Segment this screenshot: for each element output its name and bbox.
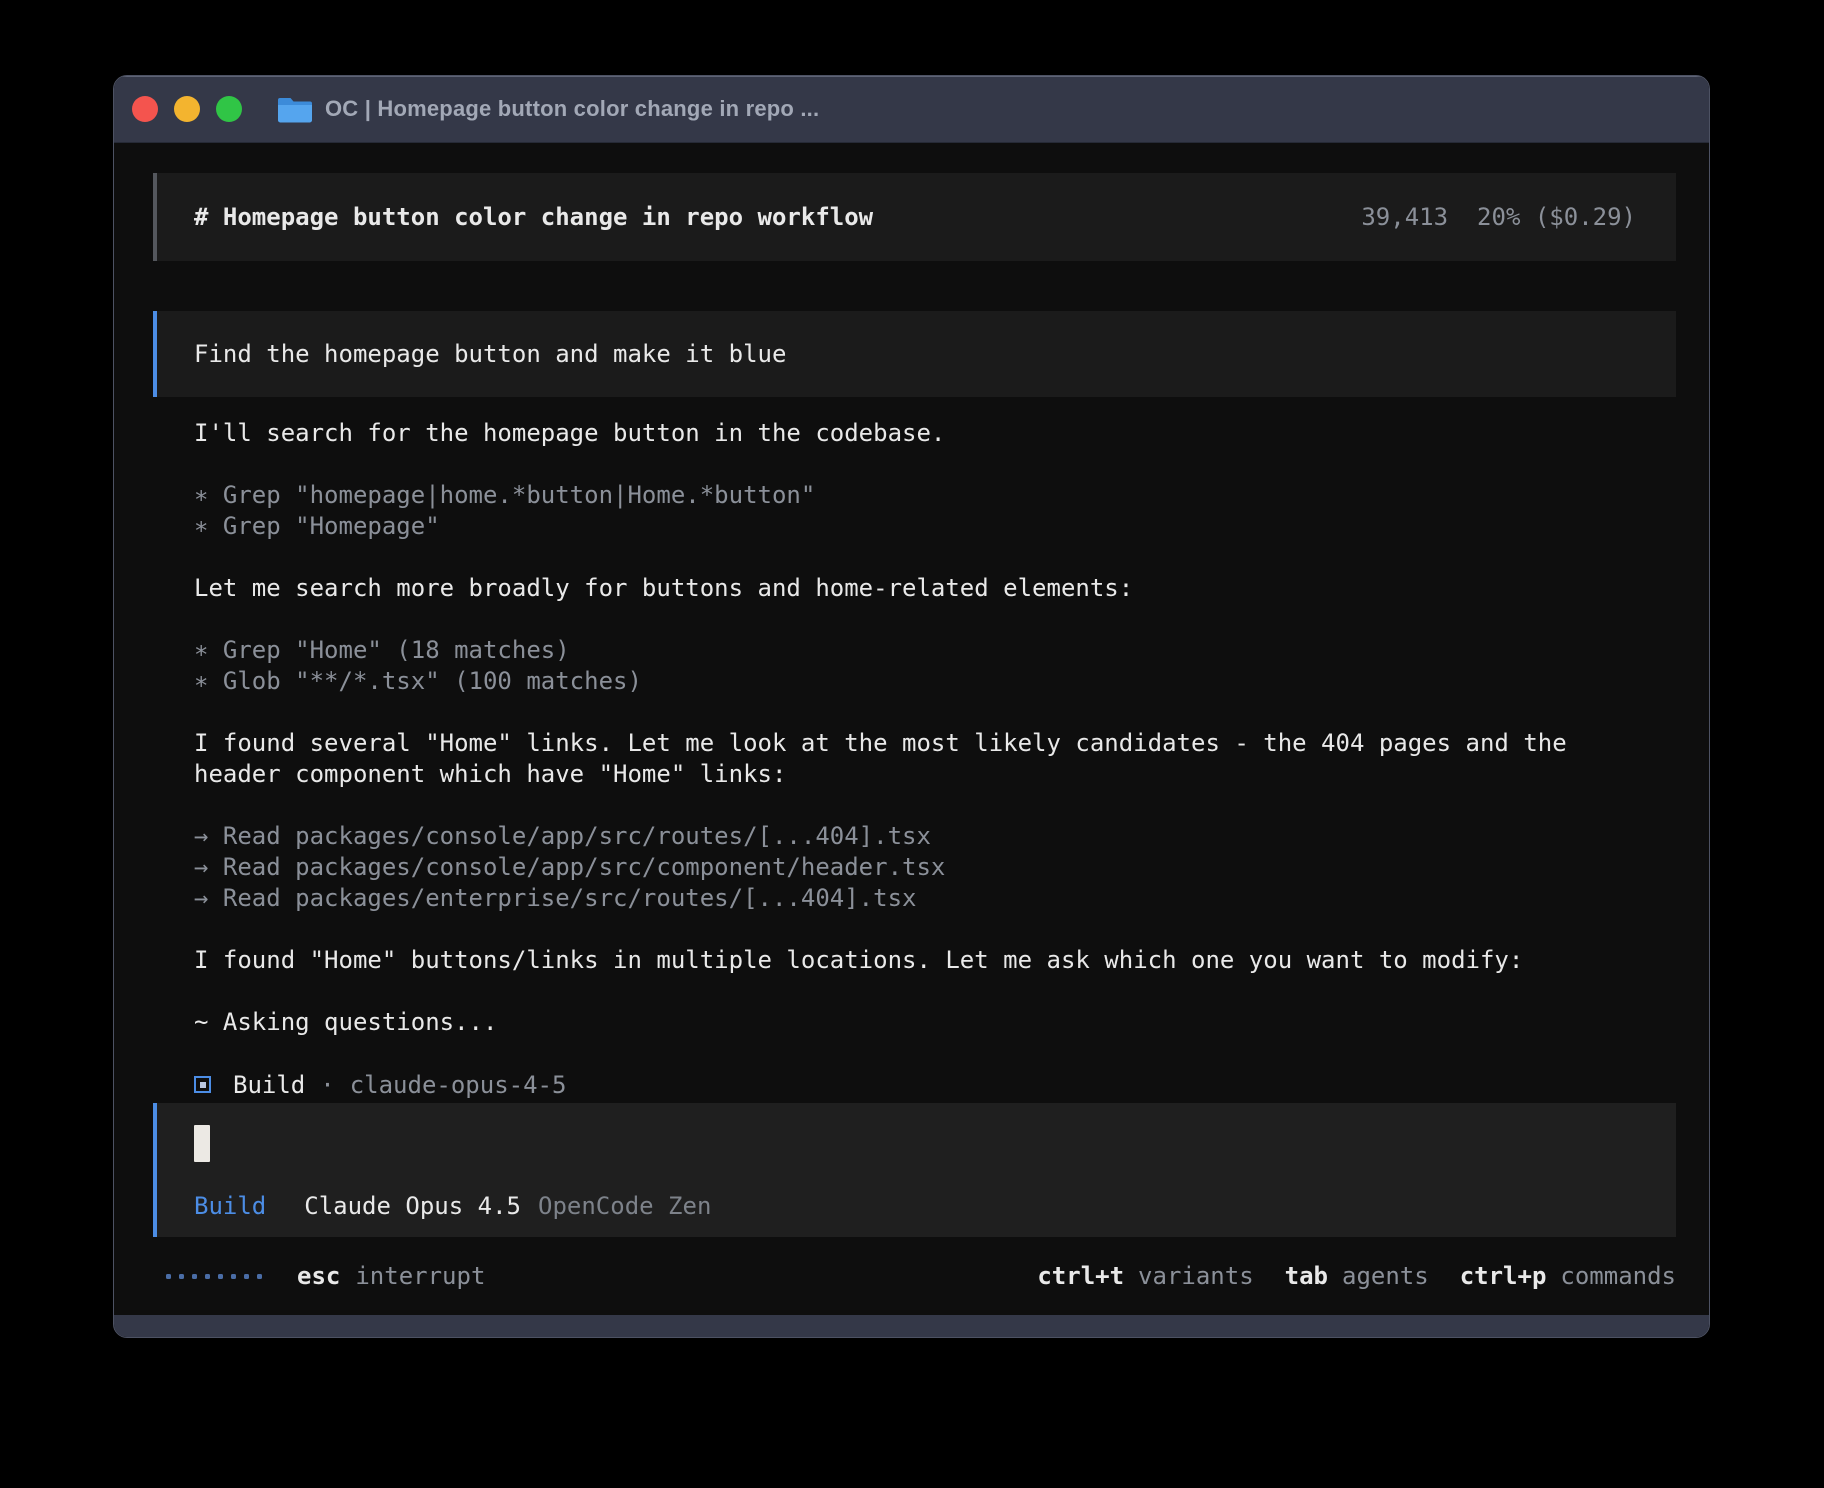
hint-variants: ctrl+t variants	[1037, 1262, 1253, 1290]
terminal-content: # Homepage button color change in repo w…	[114, 143, 1709, 1315]
traffic-lights	[132, 96, 242, 122]
provider-name: OpenCode Zen	[538, 1192, 711, 1220]
prompt-input[interactable]: Build Claude Opus 4.5 OpenCode Zen	[153, 1103, 1676, 1237]
hint-agents: tab agents	[1285, 1262, 1429, 1290]
maximize-button[interactable]	[216, 96, 242, 122]
spinner-dots	[166, 1274, 262, 1279]
hint-key: ctrl+p	[1460, 1262, 1547, 1290]
assistant-text: Let me search more broadly for buttons a…	[194, 573, 1619, 604]
spinner-dot	[192, 1274, 197, 1279]
spinner-dot	[218, 1274, 223, 1279]
spinner-dot	[231, 1274, 236, 1279]
close-button[interactable]	[132, 96, 158, 122]
tool-call-read: → Read packages/enterprise/src/routes/[.…	[194, 883, 1619, 914]
session-stats: 39,413 20% ($0.29)	[1361, 203, 1636, 231]
tool-call-glob: ∗ Glob "**/*.tsx" (100 matches)	[194, 666, 1619, 697]
agent-model: claude-opus-4-5	[350, 1071, 567, 1099]
assistant-text: I'll search for the homepage button in t…	[194, 418, 1619, 449]
asking-questions-status: ~ Asking questions...	[194, 1007, 1619, 1038]
window-bottom-bar	[114, 1315, 1709, 1337]
context-cost: 20% ($0.29)	[1477, 203, 1636, 231]
esc-key-hint: esc	[297, 1262, 340, 1290]
spinner-dot	[166, 1274, 171, 1279]
transcript: I'll search for the homepage button in t…	[153, 418, 1619, 1100]
model-name[interactable]: Claude Opus 4.5	[304, 1192, 521, 1220]
hint-key: ctrl+t	[1037, 1262, 1124, 1290]
minimize-button[interactable]	[174, 96, 200, 122]
agent-status-separator: ·	[320, 1071, 334, 1099]
agent-badge[interactable]: Build	[194, 1192, 266, 1220]
folder-icon	[278, 96, 312, 123]
tool-call-grep: ∗ Grep "Home" (18 matches)	[194, 635, 1619, 666]
token-count: 39,413	[1361, 203, 1448, 231]
titlebar[interactable]: OC | Homepage button color change in rep…	[114, 76, 1709, 143]
tool-call-grep: ∗ Grep "Homepage"	[194, 511, 1619, 542]
user-message-text: Find the homepage button and make it blu…	[194, 340, 786, 368]
assistant-text: I found several "Home" links. Let me loo…	[194, 728, 1619, 790]
hint-commands: ctrl+p commands	[1460, 1262, 1676, 1290]
spinner-dot	[244, 1274, 249, 1279]
window-title: OC | Homepage button color change in rep…	[325, 96, 819, 122]
tool-call-grep: ∗ Grep "homepage|home.*button|Home.*butt…	[194, 480, 1619, 511]
status-bar: esc interrupt ctrl+t variants tab agents…	[153, 1237, 1676, 1315]
input-status-row: Build Claude Opus 4.5 OpenCode Zen	[194, 1192, 1639, 1220]
session-title: # Homepage button color change in repo w…	[194, 203, 873, 231]
spinner-dot	[205, 1274, 210, 1279]
tool-call-read: → Read packages/console/app/src/componen…	[194, 852, 1619, 883]
esc-label: interrupt	[355, 1262, 485, 1290]
assistant-text: I found "Home" buttons/links in multiple…	[194, 945, 1619, 976]
hint-label: variants	[1138, 1262, 1254, 1290]
hint-label: commands	[1560, 1262, 1676, 1290]
agent-status: Build · claude-opus-4-5	[194, 1069, 1619, 1100]
spinner-dot	[257, 1274, 262, 1279]
session-header: # Homepage button color change in repo w…	[153, 173, 1676, 261]
terminal-window: OC | Homepage button color change in rep…	[113, 75, 1710, 1338]
keyboard-hints: ctrl+t variants tab agents ctrl+p comman…	[1037, 1262, 1676, 1290]
tool-call-read: → Read packages/console/app/src/routes/[…	[194, 821, 1619, 852]
hint-label: agents	[1342, 1262, 1429, 1290]
hint-key: tab	[1285, 1262, 1328, 1290]
build-square-icon	[194, 1076, 211, 1093]
user-message: Find the homepage button and make it blu…	[153, 311, 1676, 397]
text-cursor	[194, 1125, 210, 1162]
agent-name: Build	[233, 1071, 305, 1099]
spinner-dot	[179, 1274, 184, 1279]
